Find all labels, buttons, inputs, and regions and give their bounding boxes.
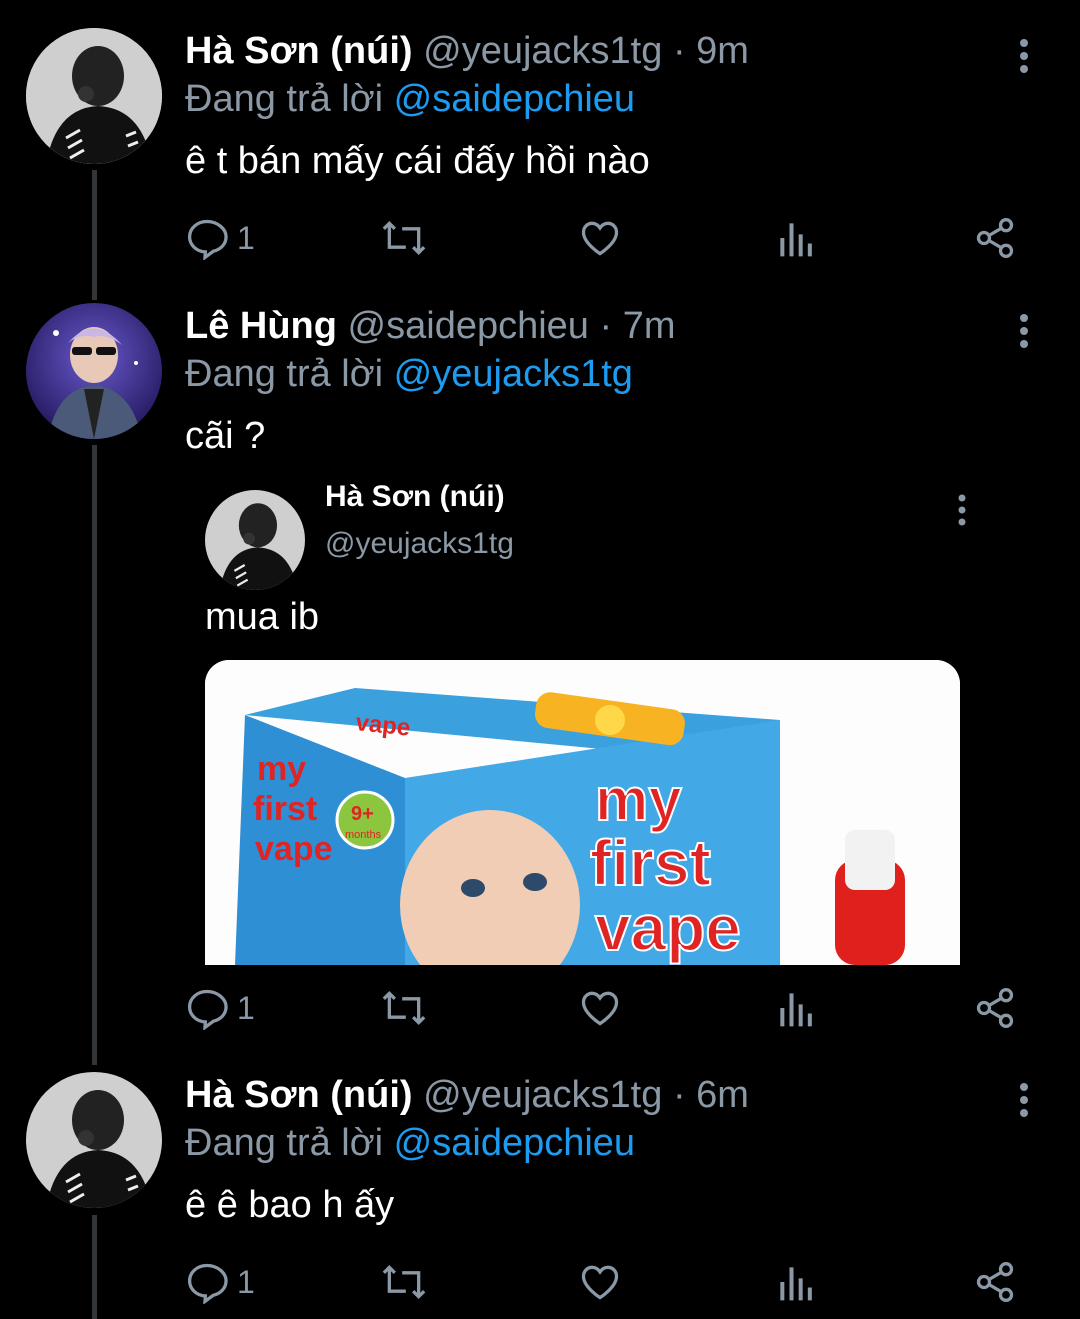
timestamp[interactable]: · 7m xyxy=(600,305,676,347)
reply-button[interactable]: 1 xyxy=(185,213,255,263)
box-front-vape: vape xyxy=(595,892,741,964)
reply-icon xyxy=(187,1263,228,1304)
tweet-header: Hà Sơn (núi) @yeujacks1tg · 6m xyxy=(185,1072,749,1118)
quoted-tweet[interactable]: Hà Sơn (núi) @yeujacks1tg mua ib vape my… xyxy=(185,480,985,970)
views-button[interactable] xyxy=(777,983,817,1033)
timestamp[interactable]: · 6m xyxy=(673,1074,749,1116)
box-side-vape: vape xyxy=(255,830,333,868)
share-button[interactable] xyxy=(973,983,1017,1033)
action-bar: 1 xyxy=(185,213,1035,263)
reply-count: 1 xyxy=(237,1263,255,1300)
action-bar: 1 xyxy=(185,983,1035,1033)
reply-count: 1 xyxy=(237,219,255,256)
share-button[interactable] xyxy=(973,213,1017,263)
replying-to: Đang trả lời @saidepchieu xyxy=(185,1120,635,1166)
replying-to: Đang trả lời @yeujacks1tg xyxy=(185,351,633,397)
retweet-button[interactable] xyxy=(380,983,428,1033)
quoted-user-handle[interactable]: @yeujacks1tg xyxy=(325,527,514,561)
age-badge: 9+ xyxy=(351,803,374,825)
share-icon xyxy=(976,218,1014,258)
user-handle[interactable]: @yeujacks1tg xyxy=(423,1074,662,1116)
views-icon xyxy=(780,993,812,1027)
box-front-my: my xyxy=(595,766,682,833)
display-name[interactable]: Hà Sơn (núi) xyxy=(185,1074,413,1116)
avatar[interactable] xyxy=(26,1072,162,1208)
mention-link[interactable]: @saidepchieu xyxy=(394,78,635,120)
age-badge-sub: months xyxy=(345,829,382,841)
like-button[interactable] xyxy=(578,983,622,1033)
box-front-first: first xyxy=(590,827,711,899)
tweet-text: cãi ? xyxy=(185,415,266,457)
tweet-header: Lê Hùng @saidepchieu · 7m xyxy=(185,303,676,349)
retweet-icon xyxy=(382,990,426,1026)
avatar[interactable] xyxy=(26,303,162,439)
reply-count: 1 xyxy=(237,989,255,1026)
box-side-first: first xyxy=(253,790,317,828)
replying-to-label: Đang trả lời xyxy=(185,78,384,120)
retweet-button[interactable] xyxy=(380,213,428,263)
timestamp[interactable]: · 9m xyxy=(673,30,749,72)
like-button[interactable] xyxy=(578,213,622,263)
tweet[interactable]: Hà Sơn (núi) @yeujacks1tg · 6m Đang trả … xyxy=(0,1072,1080,1319)
retweet-button[interactable] xyxy=(380,1257,428,1307)
replying-to-label: Đang trả lời xyxy=(185,1122,384,1164)
like-icon xyxy=(581,991,619,1026)
more-icon[interactable] xyxy=(1010,36,1038,76)
views-button[interactable] xyxy=(777,213,817,263)
media-image[interactable]: vape my first vape 9+ months my first va… xyxy=(205,660,960,965)
box-side-my: my xyxy=(257,750,306,788)
tweet-header: Hà Sơn (núi) @yeujacks1tg · 9m xyxy=(185,28,749,74)
display-name[interactable]: Hà Sơn (núi) xyxy=(185,30,413,72)
tweet[interactable]: Hà Sơn (núi) @yeujacks1tg · 9m Đang trả … xyxy=(0,28,1080,273)
tweet-text: ê ê bao h ấy xyxy=(185,1184,395,1226)
quoted-display-name[interactable]: Hà Sơn (núi) xyxy=(325,480,505,514)
more-icon[interactable] xyxy=(949,492,975,528)
more-icon[interactable] xyxy=(1010,311,1038,351)
more-icon[interactable] xyxy=(1010,1080,1038,1120)
tweet[interactable]: Lê Hùng @saidepchieu · 7m Đang trả lời @… xyxy=(0,303,1080,1043)
like-button[interactable] xyxy=(578,1257,622,1307)
replying-to-label: Đang trả lời xyxy=(185,353,384,395)
reply-icon xyxy=(187,219,228,260)
tweet-text: ê t bán mấy cái đấy hồi nào xyxy=(185,140,650,182)
mention-link[interactable]: @yeujacks1tg xyxy=(394,353,633,395)
reply-icon xyxy=(187,989,228,1030)
views-button[interactable] xyxy=(777,1257,817,1307)
avatar[interactable] xyxy=(26,28,162,164)
display-name[interactable]: Lê Hùng xyxy=(185,305,337,347)
replying-to: Đang trả lời @saidepchieu xyxy=(185,76,635,122)
share-icon xyxy=(976,1262,1014,1302)
quoted-tweet-text: mua ib xyxy=(205,596,320,638)
views-icon xyxy=(780,1267,812,1301)
user-handle[interactable]: @yeujacks1tg xyxy=(423,30,662,72)
retweet-icon xyxy=(382,1264,426,1300)
reply-button[interactable]: 1 xyxy=(185,1257,255,1307)
views-icon xyxy=(780,223,812,257)
user-handle[interactable]: @saidepchieu xyxy=(348,305,589,347)
box-title-top: vape xyxy=(354,709,411,742)
action-bar: 1 xyxy=(185,1257,1035,1307)
retweet-icon xyxy=(382,220,426,256)
reply-button[interactable]: 1 xyxy=(185,983,255,1033)
avatar[interactable] xyxy=(205,490,305,590)
like-icon xyxy=(581,221,619,256)
like-icon xyxy=(581,1265,619,1300)
share-icon xyxy=(976,988,1014,1028)
share-button[interactable] xyxy=(973,1257,1017,1307)
mention-link[interactable]: @saidepchieu xyxy=(394,1122,635,1164)
